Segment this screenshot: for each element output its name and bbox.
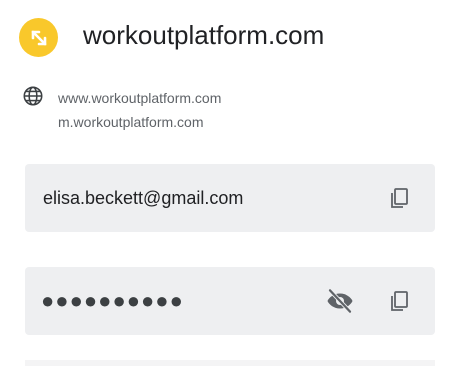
username-value[interactable]: elisa.beckett@gmail.com — [43, 164, 243, 232]
site-favicon — [19, 18, 58, 57]
next-field-edge — [25, 360, 435, 366]
username-field[interactable]: elisa.beckett@gmail.com — [25, 164, 435, 232]
site-url: m.workoutplatform.com — [58, 114, 204, 130]
site-url: www.workoutplatform.com — [58, 90, 222, 106]
site-urls: www.workoutplatform.com m.workoutplatfor… — [0, 82, 461, 136]
copy-username-button[interactable] — [383, 182, 415, 214]
eye-off-icon — [327, 288, 353, 314]
show-password-button[interactable] — [324, 285, 356, 317]
expand-arrows-icon — [31, 30, 46, 45]
copy-icon — [391, 291, 408, 311]
site-header: workoutplatform.com — [0, 0, 461, 76]
password-value[interactable]: ●●●●●●●●●● — [41, 267, 184, 335]
credential-detail-page: workoutplatform.com www.workoutplatform.… — [0, 0, 461, 366]
copy-icon — [391, 188, 408, 208]
copy-password-button[interactable] — [383, 285, 415, 317]
site-title: workoutplatform.com — [83, 20, 325, 50]
globe-icon — [23, 86, 43, 106]
password-field[interactable]: ●●●●●●●●●● — [25, 267, 435, 335]
